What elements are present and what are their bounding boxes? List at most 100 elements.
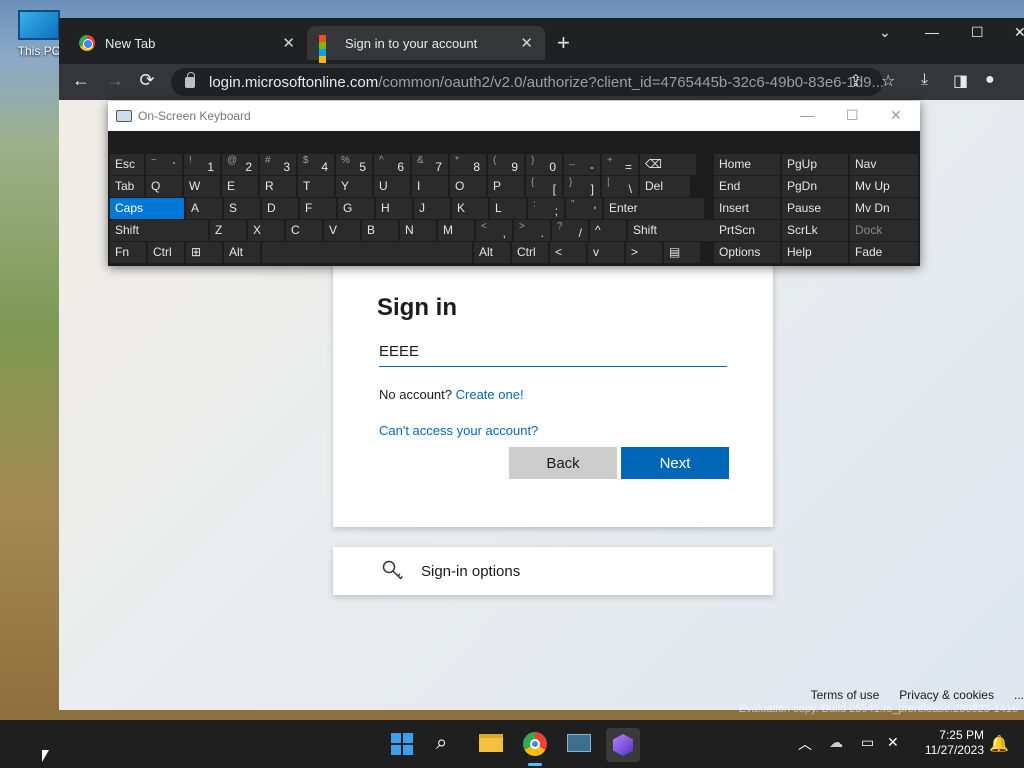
back-button[interactable]: Back (509, 447, 617, 479)
lock-icon[interactable] (185, 71, 195, 88)
privacy-link[interactable]: Privacy & cookies (899, 688, 994, 702)
osk-key[interactable]: ▤ (664, 242, 700, 263)
minimize-icon[interactable]: — (925, 24, 939, 40)
osk-key[interactable]: * 8 (450, 154, 486, 175)
osk-key[interactable]: M (438, 220, 474, 241)
osk-key[interactable]: H (376, 198, 412, 219)
osk-key[interactable]: <, (476, 220, 512, 241)
reload-icon[interactable]: ⟳ (135, 70, 159, 91)
osk-key[interactable]: Del (640, 176, 690, 197)
tab-close-icon[interactable]: ✕ (282, 34, 295, 52)
osk-key[interactable]: X (248, 220, 284, 241)
osk-maximize-icon[interactable]: ☐ (846, 107, 859, 124)
osk-key[interactable]: >. (514, 220, 550, 241)
osk-key[interactable]: G (338, 198, 374, 219)
osk-nav-key[interactable]: Fade (850, 242, 918, 263)
this-pc-desktop-icon[interactable]: This PC (14, 10, 64, 58)
osk-key[interactable]: + = (602, 154, 638, 175)
osk-key[interactable]: S (224, 198, 260, 219)
osk-key[interactable]: Ctrl (512, 242, 548, 263)
onedrive-icon[interactable]: ☁ (829, 734, 843, 751)
file-explorer-icon[interactable] (479, 734, 503, 752)
osk-key[interactable]: U (374, 176, 410, 197)
osk-key[interactable]: Shift (110, 220, 208, 241)
osk-key[interactable]: Esc (110, 154, 144, 175)
share-icon[interactable]: ⇪ (849, 71, 862, 91)
close-window-icon[interactable]: ✕ (1014, 24, 1024, 41)
osk-key[interactable]: ⊞ (186, 242, 222, 263)
osk-nav-key[interactable]: End (714, 176, 780, 197)
next-button[interactable]: Next (621, 447, 729, 479)
osk-nav-key[interactable]: Help (782, 242, 848, 263)
osk-key[interactable]: ^ (590, 220, 626, 241)
osk-nav-key[interactable]: PrtScn (714, 220, 780, 241)
osk-nav-key[interactable]: Mv Up (850, 176, 918, 197)
osk-key[interactable]: C (286, 220, 322, 241)
tab-new-tab[interactable]: New Tab ✕ (67, 26, 307, 60)
osk-key[interactable]: $4 (298, 154, 334, 175)
signin-options-button[interactable]: Sign-in options (333, 547, 773, 595)
osk-key[interactable]: ~ ` (146, 154, 182, 175)
osk-key[interactable]: Fn (110, 242, 146, 263)
osk-key[interactable]: Ctrl (148, 242, 184, 263)
bookmark-star-icon[interactable]: ☆ (881, 71, 895, 91)
maximize-icon[interactable]: ☐ (971, 24, 984, 41)
clock[interactable]: 7:25 PM 11/27/2023 (912, 728, 984, 758)
osk-key[interactable] (262, 242, 472, 263)
osk-nav-key[interactable]: ScrLk (782, 220, 848, 241)
new-tab-button[interactable]: + (557, 30, 570, 56)
osk-key[interactable]: O (450, 176, 486, 197)
osk-key[interactable]: {[ (526, 176, 562, 197)
osk-key[interactable]: ! 1 (184, 154, 220, 175)
osk-key[interactable]: I (412, 176, 448, 197)
chrome-taskbar-icon[interactable] (523, 732, 547, 756)
osk-key[interactable]: ^ 6 (374, 154, 410, 175)
osk-key[interactable]: D (262, 198, 298, 219)
osk-key[interactable]: P (488, 176, 524, 197)
osk-key[interactable]: < (550, 242, 586, 263)
osk-key[interactable]: R (260, 176, 296, 197)
osk-key[interactable]: ? / (552, 220, 588, 241)
osk-key[interactable]: A (186, 198, 222, 219)
tab-search-icon[interactable]: ⌄ (879, 24, 891, 41)
download-icon[interactable]: ⤓ (921, 71, 928, 89)
notification-bell-icon[interactable]: 🔔 (989, 734, 1009, 754)
osk-key[interactable]: N (400, 220, 436, 241)
terms-link[interactable]: Terms of use (811, 688, 880, 702)
start-button[interactable] (391, 733, 413, 755)
osk-key[interactable]: #3 (260, 154, 296, 175)
osk-nav-key[interactable]: PgUp (782, 154, 848, 175)
osk-nav-key[interactable]: Pause (782, 198, 848, 219)
email-field[interactable] (379, 337, 727, 367)
osk-key[interactable]: Alt (224, 242, 260, 263)
osk-key[interactable]: @2 (222, 154, 258, 175)
tab-sign-in[interactable]: Sign in to your account ✕ (307, 26, 545, 63)
osk-nav-key[interactable]: Dock (850, 220, 918, 241)
osk-nav-key[interactable]: Insert (714, 198, 780, 219)
osk-key[interactable]: Q (146, 176, 182, 197)
osk-nav-key[interactable]: PgDn (782, 176, 848, 197)
osk-nav-key[interactable]: Nav (850, 154, 918, 175)
osk-key[interactable]: > (626, 242, 662, 263)
osk-key[interactable]: B (362, 220, 398, 241)
osk-close-icon[interactable]: ✕ (890, 107, 902, 124)
network-icon[interactable]: ▭ (861, 734, 874, 751)
osk-key[interactable]: " ' (566, 198, 602, 219)
search-icon[interactable]: ⌕ (436, 732, 447, 755)
osk-key[interactable]: Shift (628, 220, 716, 241)
osk-minimize-icon[interactable]: — (800, 107, 814, 123)
osk-key[interactable]: Caps (110, 198, 184, 219)
osk-key[interactable]: (9 (488, 154, 524, 175)
address-bar[interactable]: login.microsoftonline.com /common/oauth2… (171, 68, 883, 96)
back-arrow-icon[interactable]: ← (69, 70, 93, 91)
osk-nav-key[interactable]: Options (714, 242, 780, 263)
cant-access-link[interactable]: Can't access your account? (379, 423, 538, 438)
osk-key[interactable]: % 5 (336, 154, 372, 175)
visual-studio-icon[interactable] (606, 728, 640, 762)
osk-key[interactable]: }] (564, 176, 600, 197)
osk-key[interactable]: Enter (604, 198, 704, 219)
osk-nav-key[interactable]: Home (714, 154, 780, 175)
osk-key[interactable]: v (588, 242, 624, 263)
osk-key[interactable]: T (298, 176, 334, 197)
osk-key[interactable]: _ - (564, 154, 600, 175)
